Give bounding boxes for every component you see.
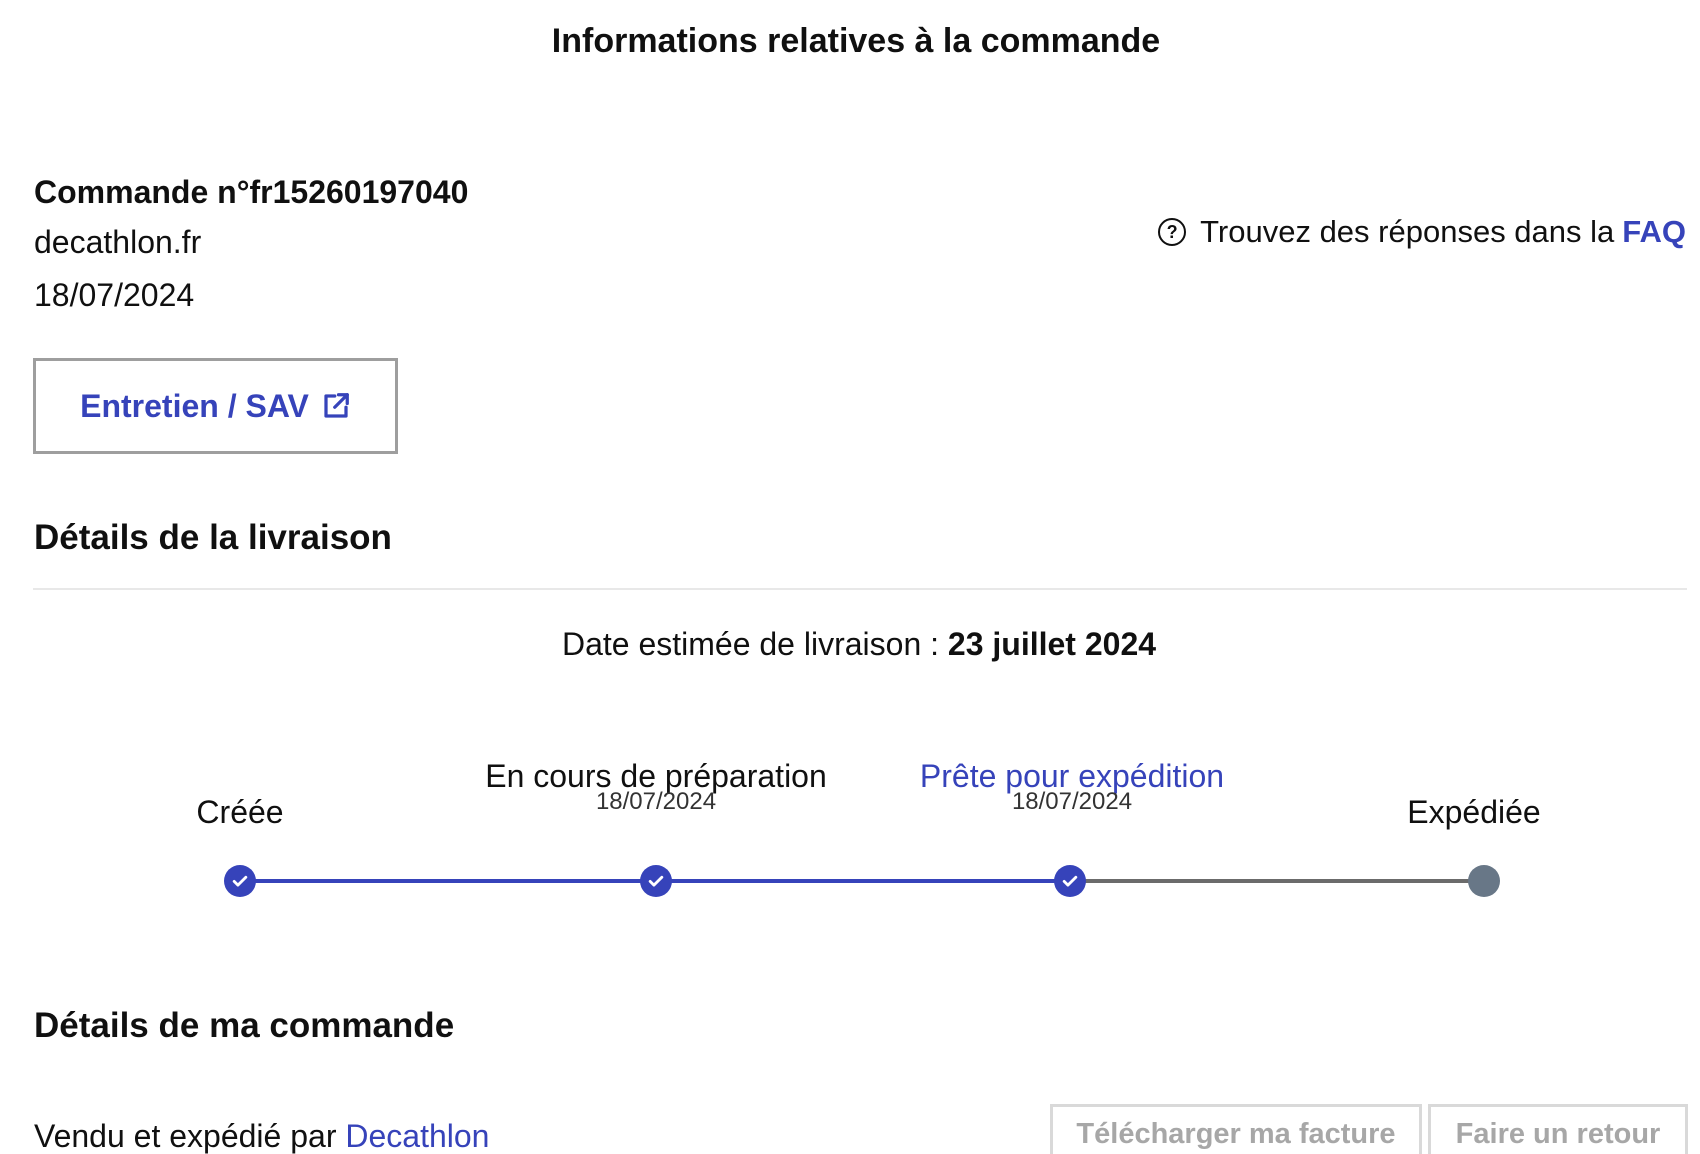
external-link-icon: [324, 393, 349, 418]
step-label-shipped: Expédiée: [1407, 794, 1541, 830]
faq-hint: ? Trouvez des réponses dans la FAQ: [1158, 214, 1686, 250]
tracker-line-2: [656, 879, 1070, 883]
step-label-created: Créée: [196, 794, 284, 830]
estimated-delivery: Date estimée de livraison : 23 juillet 2…: [0, 626, 1700, 663]
order-details-section-title: Détails de ma commande: [34, 1006, 455, 1045]
divider: [33, 588, 1687, 590]
sold-by-prefix: Vendu et expédié par: [34, 1118, 337, 1154]
faq-link[interactable]: FAQ: [1622, 214, 1686, 250]
step-node-ready: [1054, 865, 1086, 897]
order-page: Informations relatives à la commande Com…: [0, 0, 1700, 1154]
sold-by: Vendu et expédié par Decathlon: [34, 1118, 489, 1154]
step-date-preparing: 18/07/2024: [595, 788, 717, 815]
check-icon: [1062, 875, 1078, 887]
check-icon: [232, 875, 248, 887]
check-icon: [648, 875, 664, 887]
faq-text: Trouvez des réponses dans la: [1200, 214, 1615, 249]
order-site: decathlon.fr: [34, 224, 202, 260]
step-node-shipped: [1468, 865, 1500, 897]
step-node-preparing: [640, 865, 672, 897]
return-button[interactable]: Faire un retour: [1428, 1104, 1688, 1154]
tracker-line-3: [1070, 879, 1484, 883]
step-node-created: [224, 865, 256, 897]
sav-button-label: Entretien / SAV: [80, 387, 309, 424]
download-invoice-button[interactable]: Télécharger ma facture: [1050, 1104, 1422, 1154]
estimated-delivery-label: Date estimée de livraison :: [561, 626, 940, 662]
tracker-line-1: [240, 879, 656, 883]
question-circle-icon: ?: [1158, 218, 1187, 246]
sav-button[interactable]: Entretien / SAV: [33, 358, 398, 454]
order-number: Commande n°fr15260197040: [34, 174, 469, 210]
seller-link[interactable]: Decathlon: [345, 1118, 489, 1154]
delivery-section-title: Détails de la livraison: [34, 518, 392, 557]
order-date: 18/07/2024: [34, 277, 195, 313]
page-title: Informations relatives à la commande: [551, 22, 1161, 60]
estimated-delivery-date: 23 juillet 2024: [947, 626, 1157, 662]
step-date-ready: 18/07/2024: [1011, 788, 1133, 815]
